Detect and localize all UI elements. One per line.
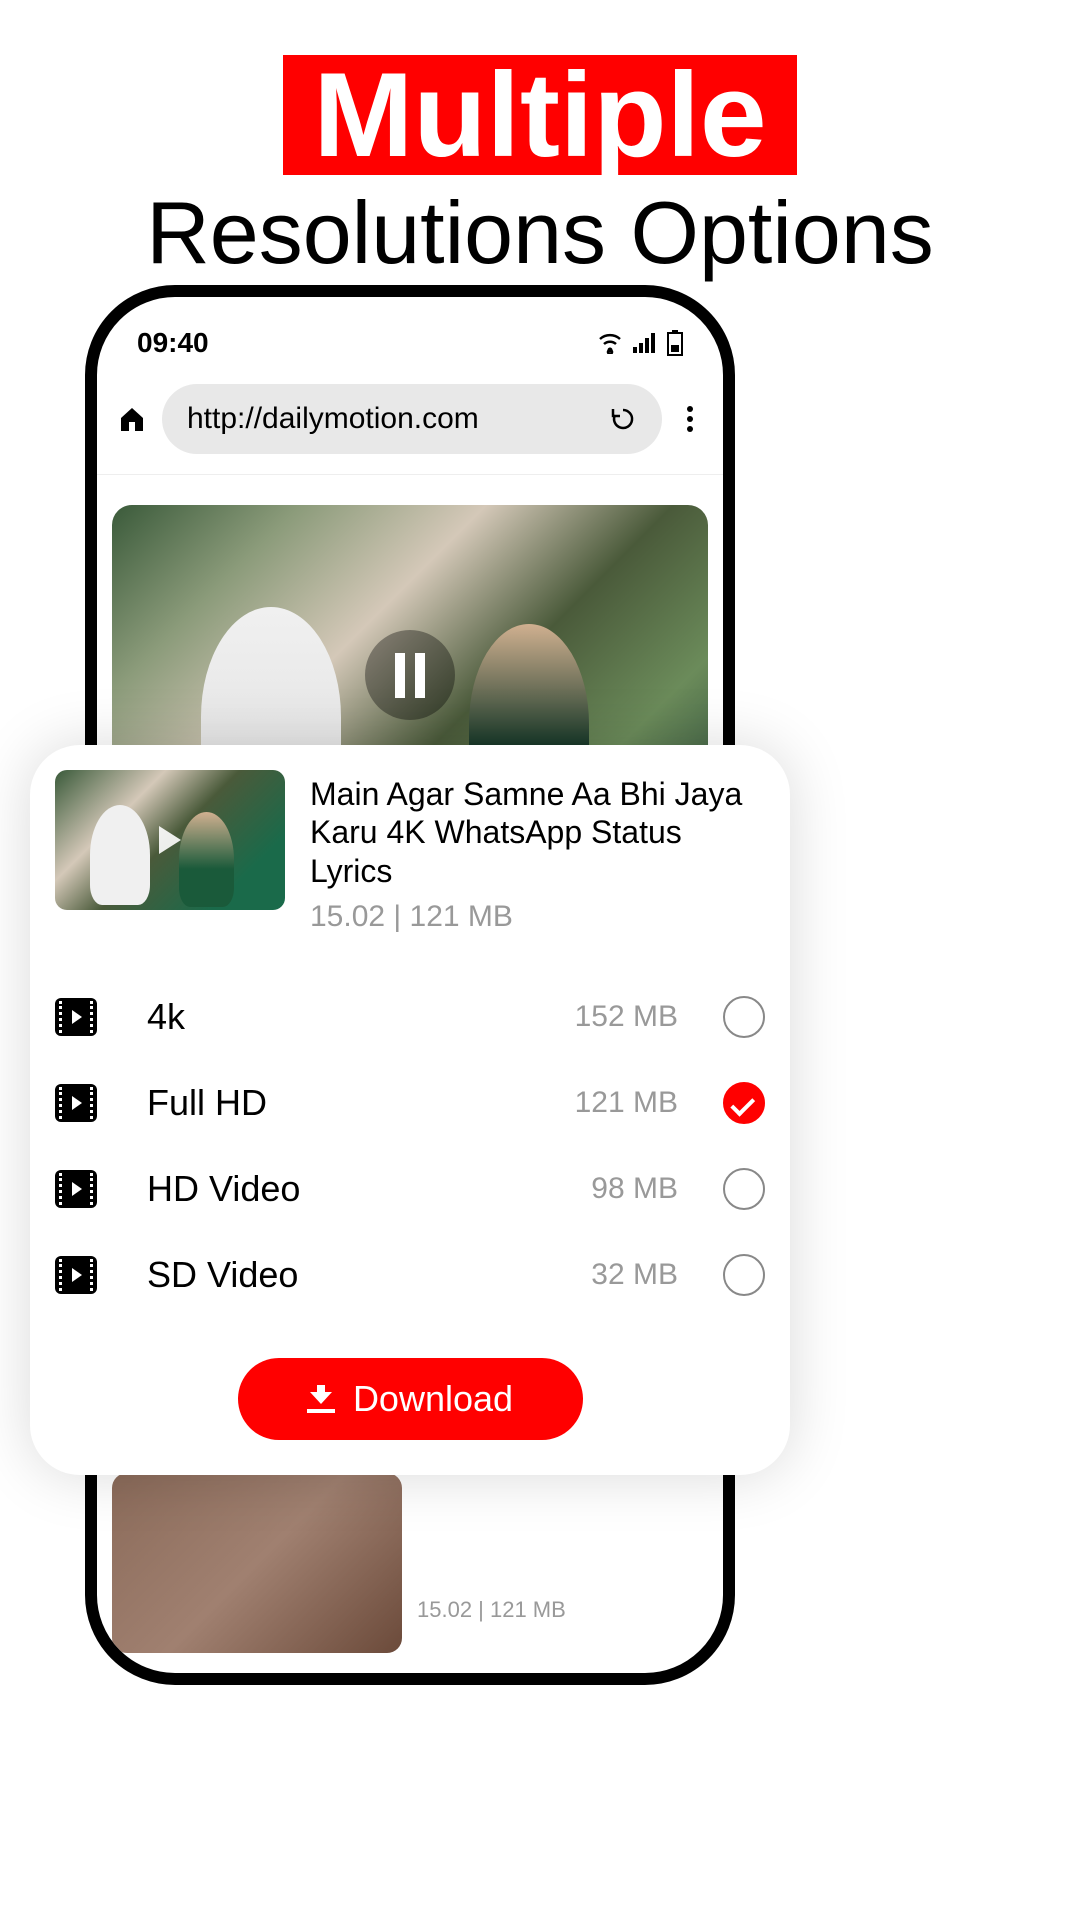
resolution-option-sd[interactable]: SD Video 32 MB (55, 1232, 765, 1318)
promo-headline: Multiple Resolutions Options (0, 0, 1080, 282)
pause-button[interactable] (365, 630, 455, 720)
video-file-icon (55, 1084, 97, 1122)
reload-icon[interactable] (609, 405, 637, 433)
status-bar: 09:40 (97, 297, 723, 374)
browser-toolbar: http://dailymotion.com (97, 374, 723, 475)
option-label: Full HD (147, 1082, 575, 1124)
option-size: 98 MB (591, 1172, 678, 1206)
option-label: HD Video (147, 1168, 591, 1210)
option-radio[interactable] (723, 1168, 765, 1210)
video-file-icon (55, 1256, 97, 1294)
headline-highlight: Multiple (283, 55, 796, 175)
video-title: Main Agar Samne Aa Bhi Jaya Karu 4K What… (310, 775, 765, 890)
download-icon (307, 1385, 335, 1413)
video-file-icon (55, 998, 97, 1036)
headline-subtitle: Resolutions Options (0, 185, 1080, 282)
url-bar[interactable]: http://dailymotion.com (162, 384, 662, 454)
option-radio[interactable] (723, 996, 765, 1038)
option-size: 121 MB (575, 1086, 678, 1120)
resolution-option-fullhd[interactable]: Full HD 121 MB (55, 1060, 765, 1146)
url-text: http://dailymotion.com (187, 402, 609, 436)
more-options-icon[interactable] (677, 406, 703, 432)
resolution-options: 4k 152 MB Full HD 121 MB HD Video 98 MB … (30, 934, 790, 1338)
signal-icon (633, 333, 657, 353)
video-meta: 15.02 | 121 MB (310, 900, 765, 934)
option-size: 152 MB (575, 1000, 678, 1034)
resolution-option-hd[interactable]: HD Video 98 MB (55, 1146, 765, 1232)
sheet-header: Main Agar Samne Aa Bhi Jaya Karu 4K What… (30, 770, 790, 934)
option-radio[interactable] (723, 1254, 765, 1296)
download-label: Download (353, 1378, 513, 1420)
next-video-thumbnail[interactable] (112, 1473, 402, 1653)
option-size: 32 MB (591, 1258, 678, 1292)
video-info: Main Agar Samne Aa Bhi Jaya Karu 4K What… (310, 770, 765, 934)
option-label: 4k (147, 996, 575, 1038)
status-time: 09:40 (137, 327, 209, 359)
play-icon (159, 826, 181, 854)
video-thumbnail[interactable] (55, 770, 285, 910)
resolution-option-4k[interactable]: 4k 152 MB (55, 974, 765, 1060)
option-radio[interactable] (723, 1082, 765, 1124)
home-icon[interactable] (117, 404, 147, 434)
next-video-meta: 15.02 | 121 MB (417, 1597, 566, 1623)
download-button[interactable]: Download (238, 1358, 583, 1440)
wifi-icon (597, 332, 623, 354)
battery-icon (667, 330, 683, 356)
option-label: SD Video (147, 1254, 591, 1296)
video-file-icon (55, 1170, 97, 1208)
resolution-sheet: Main Agar Samne Aa Bhi Jaya Karu 4K What… (30, 745, 790, 1475)
status-icons (597, 330, 683, 356)
